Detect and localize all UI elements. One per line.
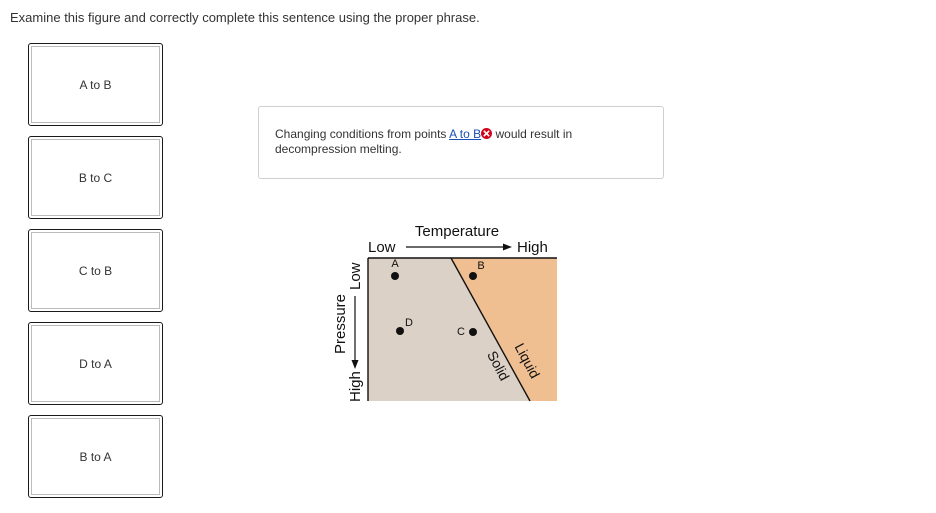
choice-c-to-b[interactable]: C to B	[28, 229, 163, 312]
temp-low-label: Low	[368, 239, 396, 256]
question-prompt: Examine this figure and correctly comple…	[10, 10, 480, 25]
point-d-marker	[396, 327, 404, 335]
phase-diagram: Temperature Low High Pressure Low High A…	[332, 223, 557, 402]
pressure-axis-label: Pressure	[332, 294, 349, 354]
sentence-before: Changing conditions from points	[275, 127, 450, 141]
pressure-high-label: High	[347, 371, 364, 402]
incorrect-remove-icon[interactable]	[481, 128, 493, 139]
choice-a-to-b[interactable]: A to B	[28, 43, 163, 126]
pressure-low-label: Low	[347, 262, 364, 290]
choice-b-to-a[interactable]: B to A	[28, 415, 163, 498]
point-b-label: B	[477, 260, 484, 272]
choice-b-to-c[interactable]: B to C	[28, 136, 163, 219]
point-d-label: D	[405, 317, 413, 329]
answer-slot[interactable]: A to B	[449, 127, 481, 141]
sentence-drop-box: Changing conditions from points A to B w…	[258, 106, 664, 179]
temperature-axis-label: Temperature	[415, 223, 499, 240]
point-a-marker	[391, 272, 399, 280]
point-b-marker	[469, 272, 477, 280]
point-a-label: A	[391, 258, 399, 270]
point-c-label: C	[457, 326, 465, 338]
choice-d-to-a[interactable]: D to A	[28, 322, 163, 405]
temp-high-label: High	[517, 239, 548, 256]
point-c-marker	[469, 328, 477, 336]
pressure-arrow-head	[351, 360, 359, 369]
temperature-arrow-head	[503, 243, 512, 251]
